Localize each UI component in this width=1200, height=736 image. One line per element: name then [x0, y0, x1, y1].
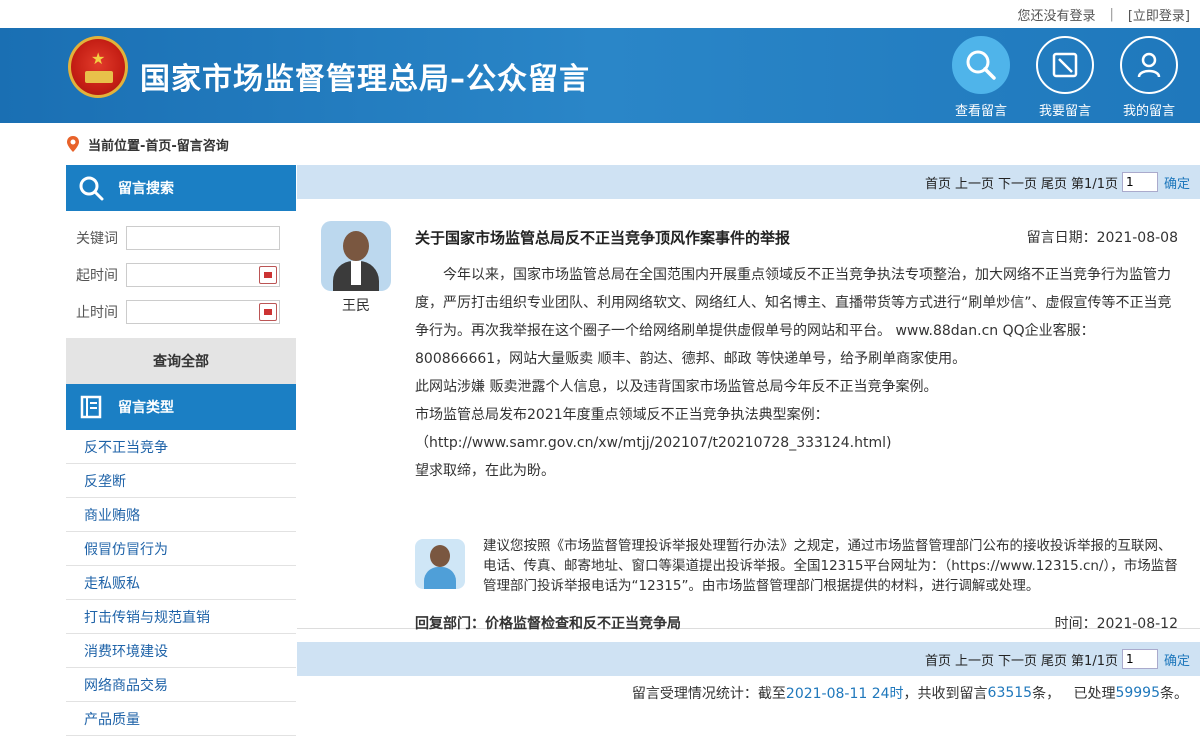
site-header: ★ 国家市场监督管理总局–公众留言 查看留言 我要留言 我的留言	[0, 28, 1200, 123]
nav-view-messages[interactable]: 查看留言	[950, 36, 1012, 119]
pager-last[interactable]: 尾页	[1041, 650, 1067, 669]
nav-label: 我要留言	[1038, 104, 1091, 119]
category-item[interactable]: 产品质量	[66, 702, 296, 736]
login-link[interactable]: [立即登录]	[1128, 5, 1190, 24]
category-item[interactable]: 假冒仿冒行为	[66, 532, 296, 566]
message-body: 今年以来，国家市场监管总局在全国范围内开展重点领域反不正当竞争执法专项整治，加大…	[415, 261, 1185, 485]
category-item[interactable]: 走私贩私	[66, 566, 296, 600]
nav-label: 查看留言	[954, 104, 1007, 119]
login-status: 您还没有登录	[1017, 8, 1096, 24]
breadcrumb-text: 当前位置-首页-留言咨询	[88, 138, 229, 154]
message-item: 王民 关于国家市场监管总局反不正当竞争顶风作案事件的举报 留言日期：2021-0…	[297, 199, 1200, 632]
message-paragraph: 望求取缔，在此为盼。	[415, 463, 555, 479]
author-name: 王民	[342, 298, 370, 314]
types-panel-title: 留言类型	[118, 400, 174, 416]
nav-my-messages[interactable]: 我的留言	[1118, 36, 1180, 119]
search-panel-title: 留言搜索	[118, 181, 174, 197]
category-item[interactable]: 反垄断	[66, 464, 296, 498]
location-pin-icon	[67, 136, 79, 152]
start-date-row: 起时间	[66, 256, 296, 293]
author-avatar	[321, 221, 391, 291]
main-content: 首页 上一页 下一页 尾页 第1/1页 确定 王民 关于国家市场监管总局反不正当…	[297, 165, 1200, 710]
message-paragraph: 市场监管总局发布2021年度重点领域反不正当竞争执法典型案例：（http://w…	[415, 407, 892, 451]
types-panel-header: 留言类型	[66, 384, 296, 430]
stats-date: 2021-08-11 24时	[785, 686, 904, 702]
category-item[interactable]: 反不正当竞争	[66, 430, 296, 464]
start-date-label: 起时间	[76, 267, 118, 284]
compose-icon	[1036, 36, 1094, 94]
breadcrumb: 当前位置-首页-留言咨询	[0, 123, 1200, 165]
pager-top: 首页 上一页 下一页 尾页 第1/1页 确定	[297, 165, 1200, 199]
pager-bottom: 首页 上一页 下一页 尾页 第1/1页 确定	[297, 642, 1200, 676]
start-date-input[interactable]	[126, 262, 280, 287]
search-icon	[79, 176, 104, 201]
calendar-icon[interactable]	[259, 265, 277, 284]
reply-avatar	[415, 539, 465, 589]
stats-processed: 59995	[1115, 685, 1160, 701]
pager-prev[interactable]: 上一页	[955, 650, 994, 669]
pager-first[interactable]: 首页	[925, 650, 951, 669]
nav-label: 我的留言	[1122, 104, 1175, 119]
search-icon	[952, 36, 1010, 94]
sidebar: 留言搜索 关键词 起时间 止时间 查询全部 留言类型 反不正当竞争 反垄断 商业…	[66, 165, 296, 736]
pager-last[interactable]: 尾页	[1041, 173, 1067, 192]
stats-prefix: 留言受理情况统计：截至	[631, 686, 786, 702]
page-number-input[interactable]	[1121, 649, 1158, 669]
list-icon	[80, 395, 102, 419]
message-stats: 留言受理情况统计：截至 2021-08-11 24时 ，共收到留言 63515 …	[297, 676, 1200, 710]
nav-post-message[interactable]: 我要留言	[1034, 36, 1096, 119]
message-paragraph: 此网站涉嫌 贩卖泄露个人信息，以及违背国家市场监管总局今年反不正当竞争案例。	[415, 379, 938, 395]
pager-info: 第1/1页	[1071, 176, 1118, 192]
pager-prev[interactable]: 上一页	[955, 173, 994, 192]
pager-info: 第1/1页	[1071, 653, 1118, 669]
end-date-label: 止时间	[76, 304, 118, 321]
category-item[interactable]: 网络商品交易	[66, 668, 296, 702]
pager-next[interactable]: 下一页	[998, 650, 1037, 669]
topbar-separator: |	[1109, 6, 1114, 22]
page-number-input[interactable]	[1121, 172, 1158, 192]
end-date-input[interactable]	[126, 299, 280, 324]
pager-confirm[interactable]: 确定	[1164, 173, 1190, 192]
calendar-icon[interactable]	[259, 302, 277, 321]
reply-text: 建议您按照《市场监督管理投诉举报处理暂行办法》之规定，通过市场监督管理部门公布的…	[483, 538, 1178, 594]
top-bar: 您还没有登录 | [立即登录]	[0, 0, 1200, 28]
pager-confirm[interactable]: 确定	[1164, 650, 1190, 669]
category-item[interactable]: 消费环境建设	[66, 634, 296, 668]
pager-first[interactable]: 首页	[925, 173, 951, 192]
stats-received: 63515	[987, 685, 1033, 701]
search-panel-header: 留言搜索	[66, 165, 296, 211]
site-title: 国家市场监督管理总局–公众留言	[140, 62, 590, 97]
stats-suffix: 条。	[1160, 686, 1188, 702]
message-paragraph: 今年以来，国家市场监管总局在全国范围内开展重点领域反不正当竞争执法专项整治，加大…	[415, 267, 1172, 367]
national-emblem-logo: ★	[68, 36, 128, 98]
message-date: 留言日期：2021-08-08	[1026, 230, 1178, 246]
message-title[interactable]: 关于国家市场监管总局反不正当竞争顶风作案事件的举报	[415, 227, 790, 248]
user-icon	[1120, 36, 1178, 94]
pager-next[interactable]: 下一页	[998, 173, 1037, 192]
category-list: 反不正当竞争 反垄断 商业贿赂 假冒仿冒行为 走私贩私 打击传销与规范直销 消费…	[66, 430, 296, 736]
reply-time: 时间：2021-08-12	[1054, 616, 1178, 632]
stats-mid2: 条， 已处理	[1032, 686, 1116, 702]
reply-department: 回复部门：价格监督检查和反不正当竞争局	[415, 616, 681, 632]
header-nav: 查看留言 我要留言 我的留言	[950, 36, 1180, 119]
keyword-input[interactable]	[126, 225, 280, 250]
stats-mid1: ，共收到留言	[903, 686, 988, 702]
keyword-row: 关键词	[66, 219, 296, 256]
category-item[interactable]: 打击传销与规范直销	[66, 600, 296, 634]
query-all-button[interactable]: 查询全部	[66, 338, 296, 384]
end-date-row: 止时间	[66, 293, 296, 330]
category-item[interactable]: 商业贿赂	[66, 498, 296, 532]
keyword-label: 关键词	[76, 230, 118, 247]
